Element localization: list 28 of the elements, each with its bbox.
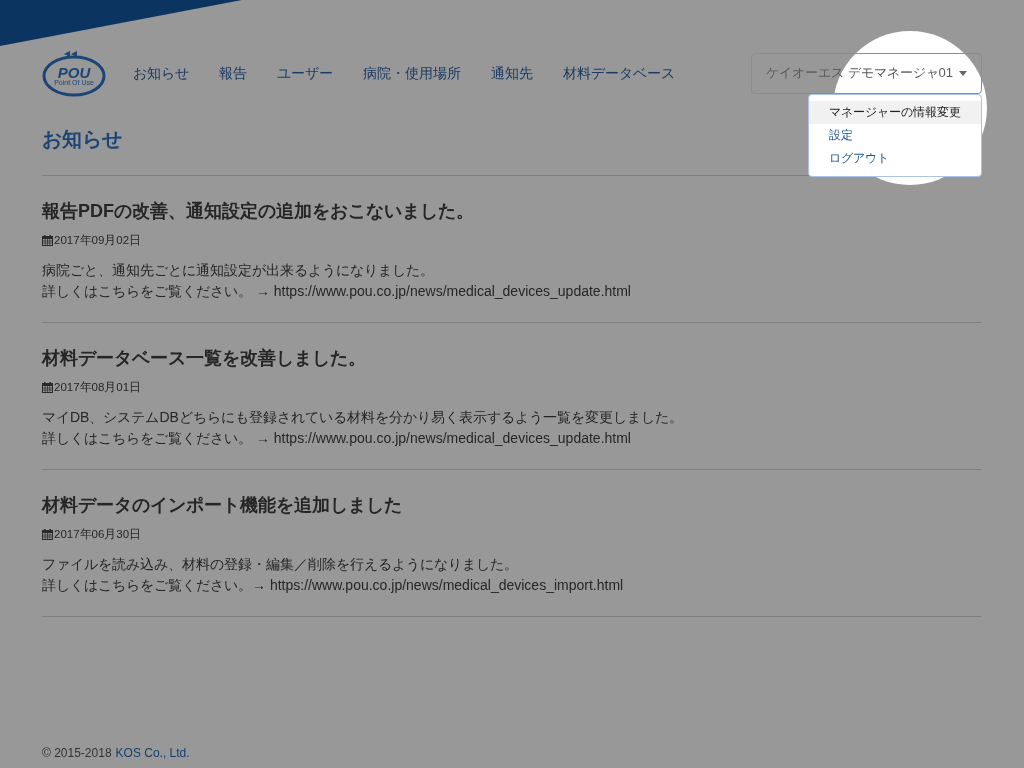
article-text: 詳しくはこちらをご覧ください。 → https://www.pou.co.jp/news/medical_devices_update.html — [42, 429, 632, 448]
nav-link[interactable]: 材料データベース — [548, 51, 690, 95]
nav-link[interactable]: 病院・使用場所 — [348, 51, 476, 95]
calendar-icon — [42, 234, 53, 246]
article-date: 2017年09月02日 — [54, 233, 142, 247]
calendar-icon — [42, 381, 53, 393]
calendar-icon — [42, 528, 53, 540]
menu-item[interactable]: 設定 — [809, 123, 981, 147]
article-title: 報告PDFの改善、通知設定の追加をおこないました。 — [42, 200, 475, 223]
article-text: ファイルを読み込み、材料の登録・編集／削除を行えるようになりました。 — [42, 555, 519, 574]
copyright-text: © 2015-2018 — [42, 745, 112, 761]
menu-item[interactable]: マネージャーの情報変更 — [809, 100, 981, 124]
article-date: 2017年06月30日 — [54, 527, 142, 541]
article-text: 病院ごと、通知先ごとに通知設定が出来るようになりました。 — [42, 261, 435, 280]
nav-link[interactable]: お知らせ — [118, 51, 204, 95]
nav-link[interactable]: ユーザー — [262, 51, 348, 95]
menu-item[interactable]: ログアウト — [809, 146, 981, 170]
article-date: 2017年08月01日 — [54, 380, 142, 394]
caret-icon — [959, 70, 967, 76]
nav-link[interactable]: 報告 — [204, 51, 262, 95]
article-text: マイDB、システムDBどちらにも登録されている材料を分かり易く表示するよう一覧を変更しました。 — [42, 408, 684, 427]
article-text: 詳しくはこちらをご覧ください。→ https://www.pou.co.jp/news/medical_devices_import.html — [42, 576, 625, 595]
nav-link[interactable]: 通知先 — [476, 51, 548, 95]
article-title: 材料データのインポート機能を追加しました — [42, 494, 403, 517]
article-text: 詳しくはこちらをご覧ください。 → https://www.pou.co.jp/news/medical_devices_update.html — [42, 282, 632, 301]
article-title: 材料データベース一覧を改善しました。 — [42, 347, 367, 370]
company-link[interactable]: KOS Co., Ltd. — [115, 745, 190, 761]
page-title: お知らせ — [42, 127, 122, 152]
